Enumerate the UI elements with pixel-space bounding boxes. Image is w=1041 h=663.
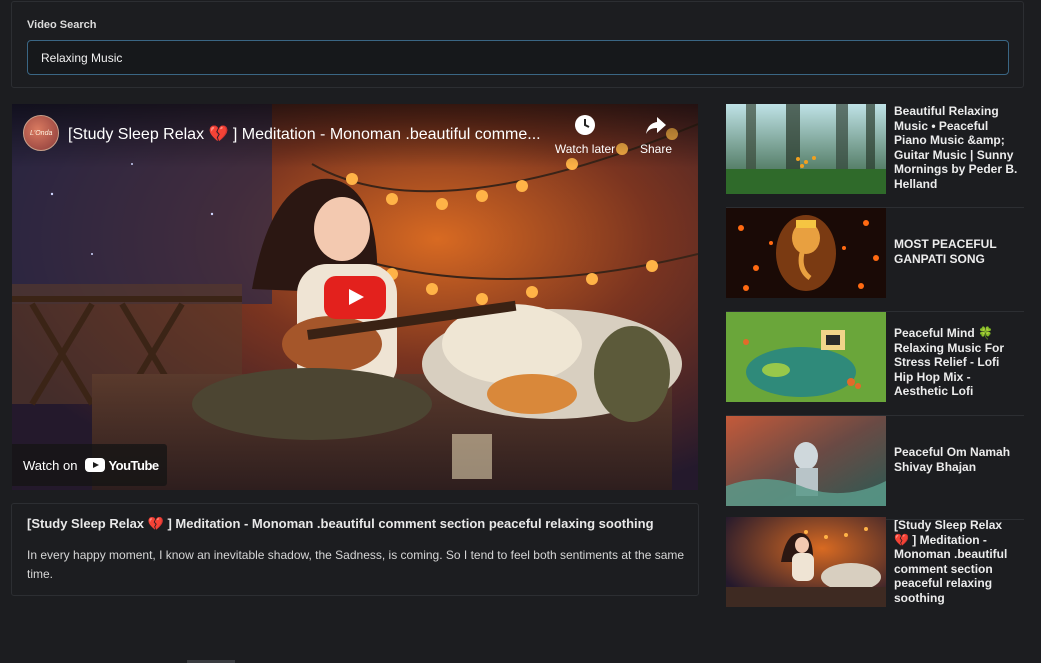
result-thumbnail <box>726 416 886 506</box>
search-input[interactable] <box>27 40 1009 75</box>
selected-video-description: In every happy moment, I know an inevita… <box>27 548 685 581</box>
result-thumbnail <box>726 208 886 298</box>
result-thumbnail <box>726 312 886 402</box>
result-title: Beautiful Relaxing Music • Peaceful Pian… <box>894 104 1018 191</box>
channel-avatar[interactable]: L'Onda <box>23 115 59 151</box>
search-label: Video Search <box>27 19 97 31</box>
share-button[interactable]: Share <box>636 114 676 156</box>
video-player[interactable]: L'Onda [Study Sleep Relax 💔 ] Meditation… <box>12 104 698 490</box>
player-video-title[interactable]: [Study Sleep Relax 💔 ] Meditation - Mono… <box>68 124 548 144</box>
youtube-logo: YouTube <box>85 457 159 473</box>
result-item[interactable]: MOST PEACEFUL GANPATI SONG <box>726 208 1024 312</box>
watch-later-button[interactable]: Watch later <box>553 114 617 156</box>
result-item[interactable]: Peaceful Om Namah Shivay Bhajan <box>726 416 1024 520</box>
result-item[interactable]: [Study Sleep Relax 💔 ] Meditation - Mono… <box>726 517 1024 621</box>
youtube-wordmark: YouTube <box>108 457 159 473</box>
result-title: Peaceful Om Namah Shivay Bhajan <box>894 445 1011 474</box>
result-thumbnail <box>726 104 886 194</box>
channel-avatar-text: L'Onda <box>30 130 53 137</box>
result-item[interactable]: Beautiful Relaxing Music • Peaceful Pian… <box>726 104 1024 208</box>
share-label: Share <box>639 142 673 156</box>
play-button[interactable] <box>324 276 386 319</box>
share-arrow-icon <box>646 117 666 134</box>
result-thumbnail <box>726 517 886 607</box>
selected-video-title: [Study Sleep Relax 💔 ] Meditation - Mono… <box>27 516 654 531</box>
video-description-panel: [Study Sleep Relax 💔 ] Meditation - Mono… <box>11 503 699 596</box>
watch-on-label: Watch on <box>23 457 78 473</box>
watch-later-label: Watch later <box>554 142 616 156</box>
clock-icon <box>575 115 595 135</box>
result-title: MOST PEACEFUL GANPATI SONG <box>894 237 997 266</box>
result-item[interactable]: Peaceful Mind 🍀 Relaxing Music For Stres… <box>726 312 1024 416</box>
youtube-play-icon <box>85 458 106 472</box>
result-title: Peaceful Mind 🍀 Relaxing Music For Stres… <box>894 326 1005 398</box>
result-title: [Study Sleep Relax 💔 ] Meditation - Mono… <box>894 518 1008 605</box>
watch-on-youtube-button[interactable]: Watch on YouTube <box>12 444 167 486</box>
search-panel: Video Search <box>11 1 1024 88</box>
